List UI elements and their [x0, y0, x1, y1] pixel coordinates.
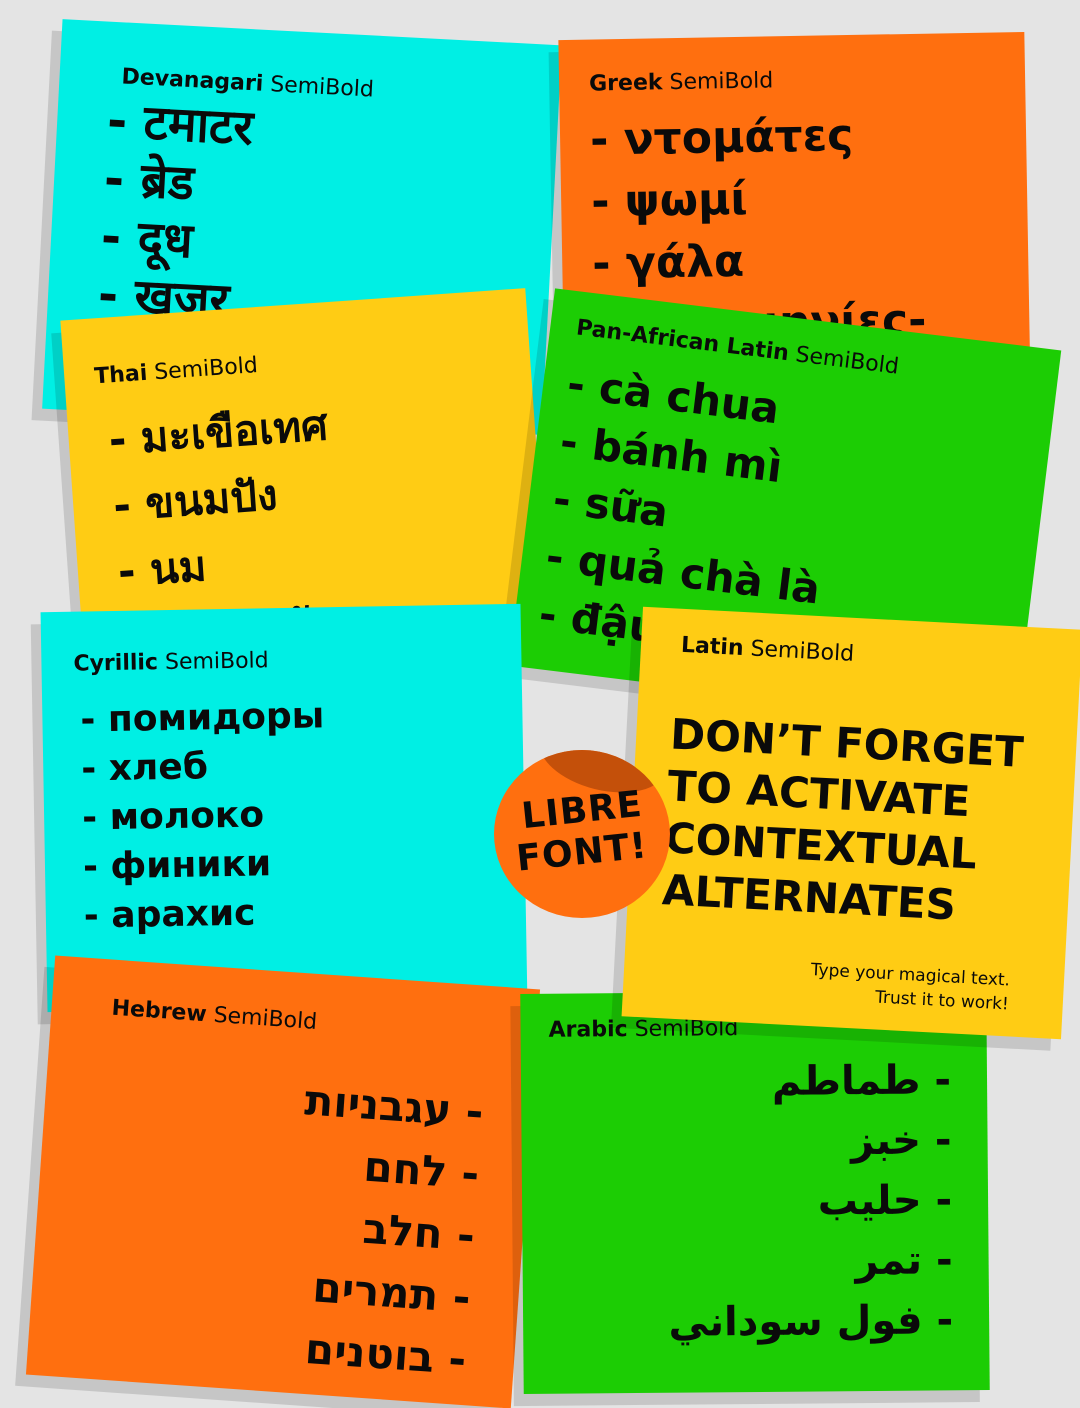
list-item: - تمر	[855, 1237, 953, 1285]
list-item: - خبز	[850, 1117, 952, 1165]
note-label: Thai SemiBold	[93, 353, 259, 390]
list-item: - दूध	[99, 208, 195, 270]
shopping-list: - टमाटर - ब्रेड - दूध - खजूर	[97, 92, 255, 331]
shopping-list: - طماطم - خبز - حليب - تمر - فول سوداني	[666, 1050, 953, 1352]
cyrillic-note: Cyrillic SemiBold - помидоры - хлеб - мо…	[40, 603, 528, 1013]
list-item: - ब्रेड	[102, 150, 196, 212]
list-item: - حليب	[817, 1177, 953, 1225]
list-item: - ψωμί	[590, 173, 748, 228]
list-item: - ντομάτες	[589, 109, 854, 166]
libre-font-sticker: LIBRE FONT!	[494, 750, 670, 918]
list-item: - хлеб	[80, 746, 209, 790]
list-item: - молоко	[81, 794, 265, 839]
note-label: Latin SemiBold	[680, 632, 855, 667]
arabic-note: Arabic SemiBold - طماطم - خبز - حليب - ت…	[520, 989, 990, 1395]
shopping-list: - помидоры - хлеб - молоко - финики - ар…	[80, 691, 328, 940]
latin-note: Latin SemiBold DON’T FORGET TO ACTIVATE …	[621, 606, 1080, 1040]
list-item: - γάλα	[591, 235, 745, 290]
shopping-list: - עגבניות - לחם - חלב - תמרים - בוטנים	[285, 1069, 485, 1391]
tagline: Type your magical text. Trust it to work…	[809, 958, 1011, 1016]
list-item: - финики	[82, 843, 272, 888]
note-label: Hebrew SemiBold	[110, 995, 318, 1035]
list-item: - فول سوداني	[668, 1297, 954, 1346]
list-item: - арахис	[83, 892, 256, 937]
list-item: - टमाटर	[105, 92, 255, 157]
list-item: - בוטנים	[303, 1324, 468, 1385]
hebrew-note: Hebrew SemiBold - עגבניות - לחם - חלב - …	[25, 955, 541, 1408]
list-item: - طماطم	[771, 1057, 952, 1105]
note-label: Cyrillic SemiBold	[73, 648, 269, 677]
list-item: - помидоры	[80, 695, 325, 741]
note-label: Greek SemiBold	[588, 68, 774, 97]
list-item: - עגבניות	[303, 1075, 486, 1137]
headline: DON’T FORGET TO ACTIVATE CONTEXTUAL ALTE…	[661, 708, 1061, 936]
